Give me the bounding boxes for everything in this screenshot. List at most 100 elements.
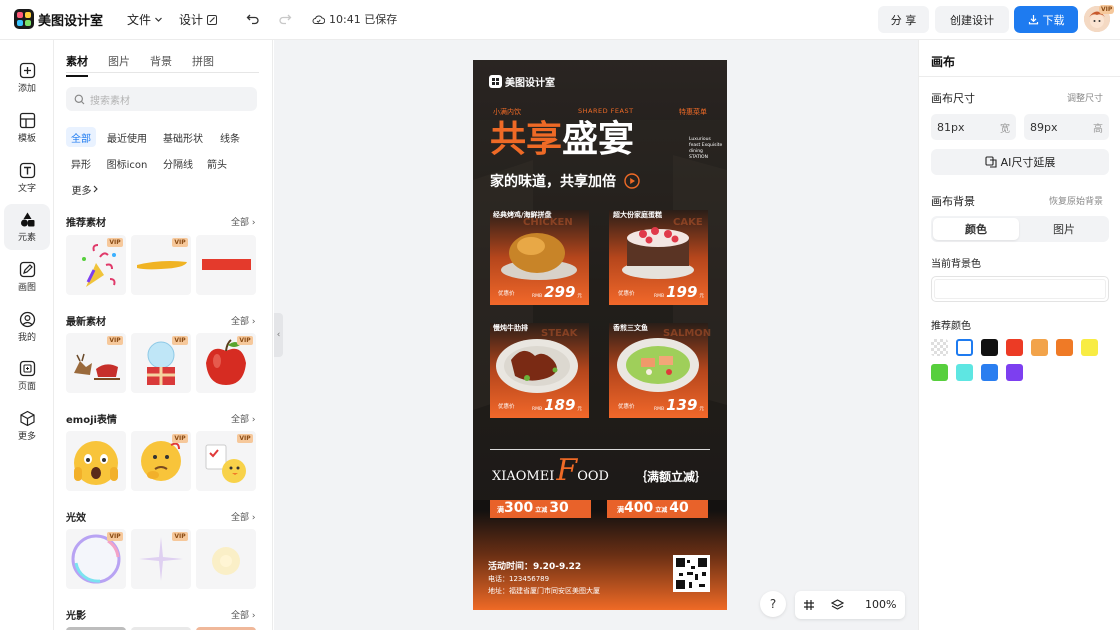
search-placeholder: 搜索素材 (90, 95, 130, 107)
rail-item-add[interactable]: 添加 (4, 55, 50, 101)
chip-arrows[interactable]: 箭头 (204, 153, 230, 173)
vip-badge: VIP (172, 434, 188, 443)
current-bg-color[interactable] (931, 276, 1109, 302)
color-swatch[interactable] (1056, 339, 1073, 356)
price-value: 189 (544, 396, 576, 414)
chip-lines[interactable]: 线条 (215, 127, 245, 147)
tab-images[interactable]: 图片 (108, 53, 130, 72)
section-see-all[interactable]: 全部 › (231, 510, 255, 523)
price-value: 299 (544, 283, 576, 301)
color-swatch[interactable] (981, 339, 998, 356)
rail-item-text[interactable]: 文字 (4, 155, 50, 201)
color-swatch[interactable] (956, 364, 973, 381)
asset-tile[interactable] (196, 235, 256, 295)
ai-extend-label: AI尺寸延展 (1000, 156, 1056, 169)
rail-item-more[interactable]: 更多 (4, 403, 50, 449)
design-menu[interactable]: 设计 (179, 11, 218, 28)
swatch-transparent[interactable] (931, 339, 948, 356)
asset-tile[interactable] (196, 529, 256, 589)
chip-all[interactable]: 全部 (66, 127, 96, 147)
deal-pre: 满 (617, 506, 624, 514)
red-bar-image (202, 259, 251, 270)
collapse-panel-button[interactable]: ‹ (274, 313, 283, 357)
height-field[interactable]: 89px 高 (1024, 114, 1109, 140)
chip-icons[interactable]: 图标icon (103, 153, 151, 173)
section-see-all[interactable]: 全部 › (231, 215, 255, 228)
color-swatch[interactable] (1031, 339, 1048, 356)
width-field[interactable]: 81px 宽 (931, 114, 1016, 140)
color-swatch[interactable] (1081, 339, 1098, 356)
bg-type-color[interactable]: 颜色 (933, 218, 1019, 240)
asset-tile[interactable]: VIP (131, 235, 191, 295)
rail-label: 画图 (17, 283, 36, 293)
asset-tile[interactable]: VIP (196, 431, 256, 491)
rail-item-element[interactable]: 元素 (4, 204, 50, 250)
chip-dividers[interactable]: 分隔线 (159, 153, 197, 173)
color-swatch[interactable] (1006, 339, 1023, 356)
chip-irregular[interactable]: 异形 (66, 153, 96, 173)
price-label: 优惠价 (498, 291, 515, 297)
bg-type-image[interactable]: 图片 (1021, 218, 1107, 240)
brand-line-c: OOD (577, 469, 609, 484)
vip-badge: VIP (172, 336, 188, 345)
adjust-size-link[interactable]: 调整尺寸 (1067, 91, 1103, 104)
file-menu[interactable]: 文件 (127, 11, 163, 28)
section-see-all[interactable]: 全部 › (231, 412, 255, 425)
app-logo[interactable]: 美图设计室 (14, 9, 103, 29)
help-button[interactable]: ? (760, 591, 786, 617)
search-input[interactable]: 搜索素材 (66, 87, 257, 111)
poster-logo-icon (489, 75, 502, 88)
cloud-check-icon (312, 15, 325, 24)
section-see-all[interactable]: 全部 › (231, 314, 255, 327)
asset-tile[interactable]: VIP (131, 529, 191, 589)
asset-tile[interactable]: VIP (66, 529, 126, 589)
color-swatch[interactable] (931, 364, 948, 381)
redo-icon[interactable] (278, 12, 292, 26)
asset-tile[interactable]: VIP (131, 333, 191, 393)
zoom-level[interactable]: 100% (865, 598, 896, 611)
height-value: 89px (1030, 120, 1058, 134)
deal-cut: 30 (549, 500, 569, 516)
ai-extend-button[interactable]: AI尺寸延展 (931, 149, 1109, 175)
asset-tile[interactable]: VIP (66, 333, 126, 393)
download-button[interactable]: 下载 (1014, 6, 1078, 33)
file-menu-label: 文件 (127, 13, 152, 27)
undo-icon[interactable] (246, 12, 260, 26)
rail-item-template[interactable]: 模板 (4, 105, 50, 151)
dish-ghost-text: CHICKEN (523, 217, 573, 228)
create-design-button[interactable]: 创建设计 (935, 6, 1009, 33)
rail-item-draw[interactable]: 画图 (4, 254, 50, 300)
price-prefix: RMB (532, 294, 543, 299)
color-swatch[interactable] (956, 339, 973, 356)
rail-item-page[interactable]: 页面 (4, 353, 50, 399)
price-suffix: 元 (699, 407, 704, 412)
design-poster[interactable]: 美图设计室 小满内饮 SHARED FEAST 特惠菜单 共享盛宴 Luxuri… (473, 60, 727, 610)
section-see-all[interactable]: 全部 › (231, 608, 255, 621)
tab-materials[interactable]: 素材 (66, 53, 88, 77)
asset-tile[interactable] (66, 431, 126, 491)
see-all-label: 全部 (231, 513, 250, 523)
chip-more[interactable]: 更多 (66, 179, 104, 199)
color-swatch[interactable] (1006, 364, 1023, 381)
chip-more-label: 更多 (71, 185, 92, 197)
rail-label: 添加 (17, 84, 36, 94)
color-swatch[interactable] (981, 364, 998, 381)
grid-icon[interactable] (803, 599, 815, 611)
width-unit: 宽 (1000, 123, 1010, 135)
cube-icon (19, 410, 35, 427)
asset-tile[interactable]: VIP (196, 333, 256, 393)
chip-recent[interactable]: 最近使用 (103, 127, 151, 147)
canvas-area[interactable]: ‹ 美图设计室 小满内饮 SHARED FEAST 特惠菜单 共享盛宴 Luxu… (274, 40, 918, 630)
asset-tile[interactable]: VIP (131, 431, 191, 491)
panel-title: 画布 (931, 55, 956, 69)
tab-collage[interactable]: 拼图 (192, 53, 214, 72)
restore-bg-link[interactable]: 恢复原始背景 (1049, 194, 1103, 207)
asset-tile[interactable]: VIP (66, 235, 126, 295)
tab-backgrounds[interactable]: 背景 (150, 53, 172, 72)
asset-panel: 素材 图片 背景 拼图 搜索素材 全部 最近使用 基础形状 线条 异形 图标ic… (55, 40, 273, 630)
rail-item-mine[interactable]: 我的 (4, 304, 50, 350)
layers-icon[interactable] (831, 599, 844, 611)
chip-basic-shapes[interactable]: 基础形状 (159, 127, 207, 147)
share-button[interactable]: 分 享 (878, 6, 929, 33)
user-icon (19, 311, 35, 328)
